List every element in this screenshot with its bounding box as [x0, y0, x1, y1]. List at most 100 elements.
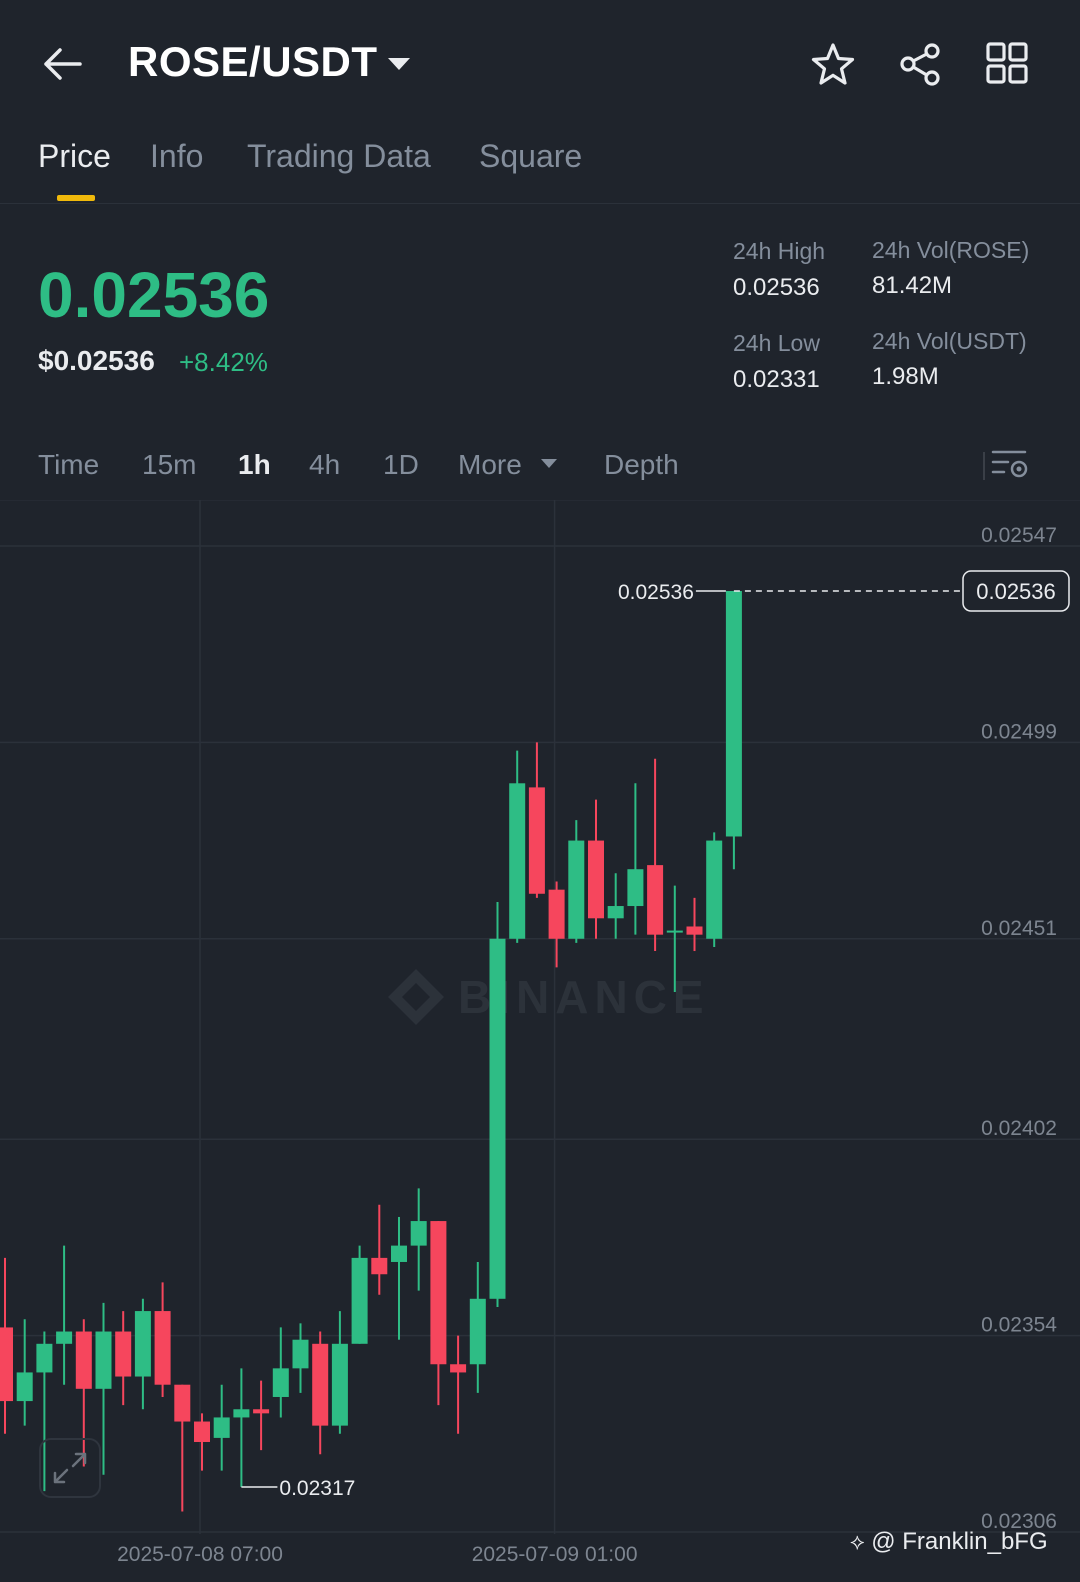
chart-settings-button[interactable]	[990, 446, 1030, 482]
fullscreen-button[interactable]	[39, 1438, 101, 1498]
interval-separator	[983, 452, 985, 480]
candle	[469, 1261, 486, 1393]
back-button[interactable]	[38, 40, 86, 88]
candle-body	[528, 787, 545, 894]
candle	[194, 1413, 210, 1471]
interval-15m[interactable]: 15m	[142, 449, 196, 481]
y-tick-label: 0.02499	[981, 720, 1057, 743]
low-label: 24h Low	[733, 330, 820, 356]
interval-1d[interactable]: 1D	[383, 449, 419, 481]
candle-body	[0, 1327, 13, 1402]
last-price: 0.02536	[38, 259, 270, 331]
interval-time[interactable]: Time	[38, 449, 99, 481]
high-label: 24h High	[733, 238, 826, 264]
candle	[351, 1245, 368, 1344]
candle-body	[607, 906, 624, 919]
candle	[56, 1245, 73, 1385]
candle-body	[469, 1298, 486, 1365]
interval-more[interactable]: More	[458, 449, 522, 481]
candle	[154, 1282, 171, 1397]
credit-logo-icon: ⟡	[850, 1529, 865, 1554]
candle-body	[253, 1409, 270, 1414]
candle-body	[410, 1221, 427, 1246]
candle-body	[430, 1221, 447, 1365]
candle	[430, 1221, 447, 1406]
candle-body	[331, 1343, 348, 1426]
candle	[706, 832, 723, 947]
change-percent: +8.42%	[179, 347, 268, 377]
vol-quote-label: 24h Vol(USDT)	[872, 328, 1027, 354]
star-icon	[811, 43, 855, 85]
favorite-button[interactable]	[808, 40, 858, 90]
tab-divider	[0, 203, 1080, 204]
candle	[174, 1384, 191, 1512]
candle	[371, 1204, 388, 1295]
candle	[292, 1323, 309, 1393]
usd-price: $0.02536	[38, 345, 155, 376]
low-value: 0.02331	[733, 366, 820, 393]
candle-body	[56, 1331, 73, 1344]
vol-base-value: 81.42M	[872, 272, 953, 299]
candle	[253, 1380, 270, 1451]
depth-button[interactable]: Depth	[604, 449, 679, 481]
candle	[607, 873, 624, 939]
candle-body	[115, 1331, 132, 1377]
candle-body	[233, 1409, 250, 1418]
chart-settings-icon	[991, 450, 1028, 478]
credit-watermark: ⟡ @ Franklin_bFG	[850, 1528, 1048, 1556]
candle	[312, 1331, 329, 1455]
share-button[interactable]	[896, 40, 946, 90]
candle	[233, 1368, 250, 1487]
x-tick-label: 2025-07-09 01:00	[472, 1543, 638, 1566]
candle-body	[706, 840, 723, 939]
active-tab-indicator	[57, 195, 95, 201]
candle-body	[568, 840, 585, 939]
candle-body	[194, 1421, 210, 1442]
candle-body	[548, 889, 565, 939]
candle	[489, 901, 506, 1307]
candle	[134, 1298, 151, 1410]
candlestick-chart[interactable]: BINANCE 0.02536 0.02536 0.02317 0.02547 0.0…	[0, 500, 1080, 1582]
high-value: 0.02536	[733, 274, 820, 301]
more-caret-icon[interactable]	[541, 459, 557, 468]
candle-body	[509, 783, 526, 939]
interval-1h[interactable]: 1h	[238, 449, 271, 481]
candle	[568, 820, 585, 943]
candle	[272, 1327, 289, 1418]
candle-body	[371, 1257, 388, 1275]
vol-base-label: 24h Vol(ROSE)	[872, 237, 1030, 263]
y-tick-label: 0.02451	[981, 917, 1057, 940]
candle	[213, 1384, 230, 1471]
tab-info[interactable]: Info	[150, 138, 203, 175]
pair-dropdown-caret-icon[interactable]	[388, 58, 410, 70]
candle-body	[213, 1417, 230, 1438]
tab-square[interactable]: Square	[479, 138, 582, 175]
candle-body	[36, 1343, 53, 1373]
tab-price[interactable]: Price	[38, 138, 111, 175]
candle-body	[154, 1311, 171, 1385]
candle	[331, 1311, 348, 1434]
candle	[725, 591, 742, 870]
candle-body	[627, 869, 644, 907]
y-tick-label: 0.02547	[981, 524, 1057, 547]
candle	[627, 783, 644, 935]
tab-trading-data[interactable]: Trading Data	[247, 138, 431, 175]
candle	[410, 1188, 427, 1291]
candle-body	[312, 1343, 329, 1426]
candle-body	[647, 865, 664, 935]
low-marker-label: 0.02317	[279, 1477, 355, 1500]
x-tick-label: 2025-07-08 07:00	[117, 1543, 283, 1566]
layout-grid-button[interactable]	[984, 40, 1032, 88]
binance-watermark: BINANCE	[388, 969, 704, 1025]
last-price-tag-label: 0.02536	[976, 579, 1056, 604]
candle-body	[489, 938, 506, 1299]
interval-4h[interactable]: 4h	[309, 449, 340, 481]
share-icon	[900, 43, 940, 86]
pair-title[interactable]: ROSE/USDT	[128, 38, 378, 86]
candle	[588, 799, 604, 939]
y-tick-label: 0.02402	[981, 1117, 1057, 1140]
candle-body	[588, 840, 604, 919]
candle-body	[450, 1364, 467, 1373]
candle	[0, 1257, 13, 1434]
candle	[509, 750, 526, 943]
